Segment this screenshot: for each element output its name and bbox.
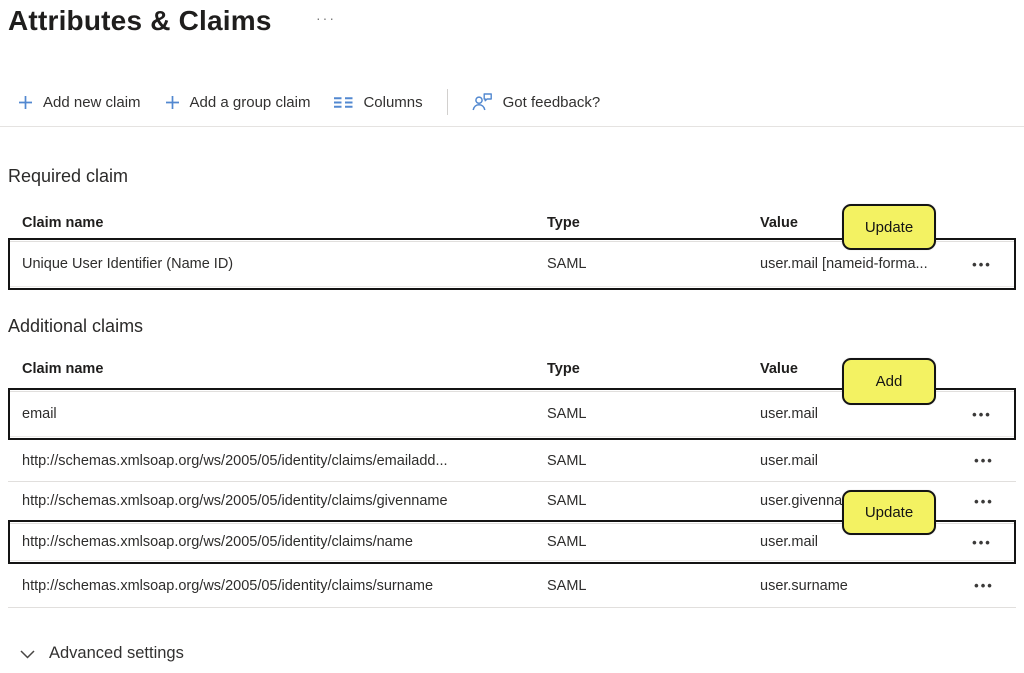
row-more-icon[interactable]: ••• — [956, 408, 1008, 421]
claim-value-cell: user.mail — [760, 406, 956, 422]
claim-name-cell[interactable]: http://schemas.xmlsoap.org/ws/2005/05/id… — [22, 493, 547, 509]
plus-icon — [18, 95, 33, 110]
chevron-down-icon — [20, 648, 35, 659]
row-more-icon[interactable]: ••• — [958, 495, 1010, 508]
additional-claims-heading: Additional claims — [8, 316, 143, 337]
column-header-type[interactable]: Type — [547, 361, 760, 377]
columns-button[interactable]: Columns — [334, 94, 422, 111]
table-row-emailaddress[interactable]: http://schemas.xmlsoap.org/ws/2005/05/id… — [8, 440, 1016, 482]
column-header-claim-name[interactable]: Claim name — [22, 215, 547, 231]
column-header-type[interactable]: Type — [547, 215, 760, 231]
columns-icon — [334, 96, 353, 109]
row-more-icon[interactable]: ••• — [956, 536, 1008, 549]
claim-type-cell: SAML — [547, 534, 760, 550]
claim-type-cell: SAML — [547, 493, 760, 509]
claim-type-cell: SAML — [547, 578, 760, 594]
attributes-claims-page: Attributes & Claims ··· Add new claim Ad… — [0, 0, 1024, 673]
table-row-surname[interactable]: http://schemas.xmlsoap.org/ws/2005/05/id… — [8, 564, 1016, 608]
annotation-update-name-claim: Update — [842, 490, 936, 535]
add-new-claim-button[interactable]: Add new claim — [18, 94, 141, 111]
feedback-icon — [472, 93, 493, 111]
advanced-settings-label: Advanced settings — [49, 644, 184, 663]
annotation-update-required-claim: Update — [842, 204, 936, 250]
page-title: Attributes & Claims — [8, 5, 272, 37]
column-header-claim-name[interactable]: Claim name — [22, 361, 547, 377]
claim-name-cell[interactable]: email — [22, 406, 547, 422]
advanced-settings-expander[interactable]: Advanced settings — [20, 644, 184, 663]
claim-name-cell[interactable]: http://schemas.xmlsoap.org/ws/2005/05/id… — [22, 578, 547, 594]
add-group-claim-button[interactable]: Add a group claim — [165, 94, 311, 111]
got-feedback-label: Got feedback? — [503, 94, 601, 111]
claim-type-cell: SAML — [547, 406, 760, 422]
command-bar: Add new claim Add a group claim Columns — [18, 86, 600, 118]
claim-name-cell[interactable]: http://schemas.xmlsoap.org/ws/2005/05/id… — [22, 453, 547, 469]
claim-name-cell[interactable]: Unique User Identifier (Name ID) — [22, 256, 547, 272]
got-feedback-button[interactable]: Got feedback? — [472, 93, 601, 111]
claim-type-cell: SAML — [547, 256, 760, 272]
add-group-claim-label: Add a group claim — [190, 94, 311, 111]
row-more-icon[interactable]: ••• — [956, 258, 1008, 271]
add-new-claim-label: Add new claim — [43, 94, 141, 111]
claim-value-cell: user.mail [nameid-forma... — [760, 256, 956, 272]
claim-value-cell: user.surname — [760, 578, 958, 594]
toolbar-divider — [447, 89, 448, 115]
annotation-add-email-claim: Add — [842, 358, 936, 405]
claim-type-cell: SAML — [547, 453, 760, 469]
row-more-icon[interactable]: ••• — [958, 579, 1010, 592]
row-more-icon[interactable]: ••• — [958, 454, 1010, 467]
required-claim-heading: Required claim — [8, 166, 128, 187]
claim-value-cell: user.mail — [760, 453, 958, 469]
columns-label: Columns — [363, 94, 422, 111]
toolbar-rule — [0, 126, 1024, 127]
claim-value-cell: user.mail — [760, 534, 956, 550]
claim-name-cell[interactable]: http://schemas.xmlsoap.org/ws/2005/05/id… — [22, 534, 547, 550]
more-options-icon[interactable]: ··· — [316, 10, 336, 26]
plus-icon — [165, 95, 180, 110]
